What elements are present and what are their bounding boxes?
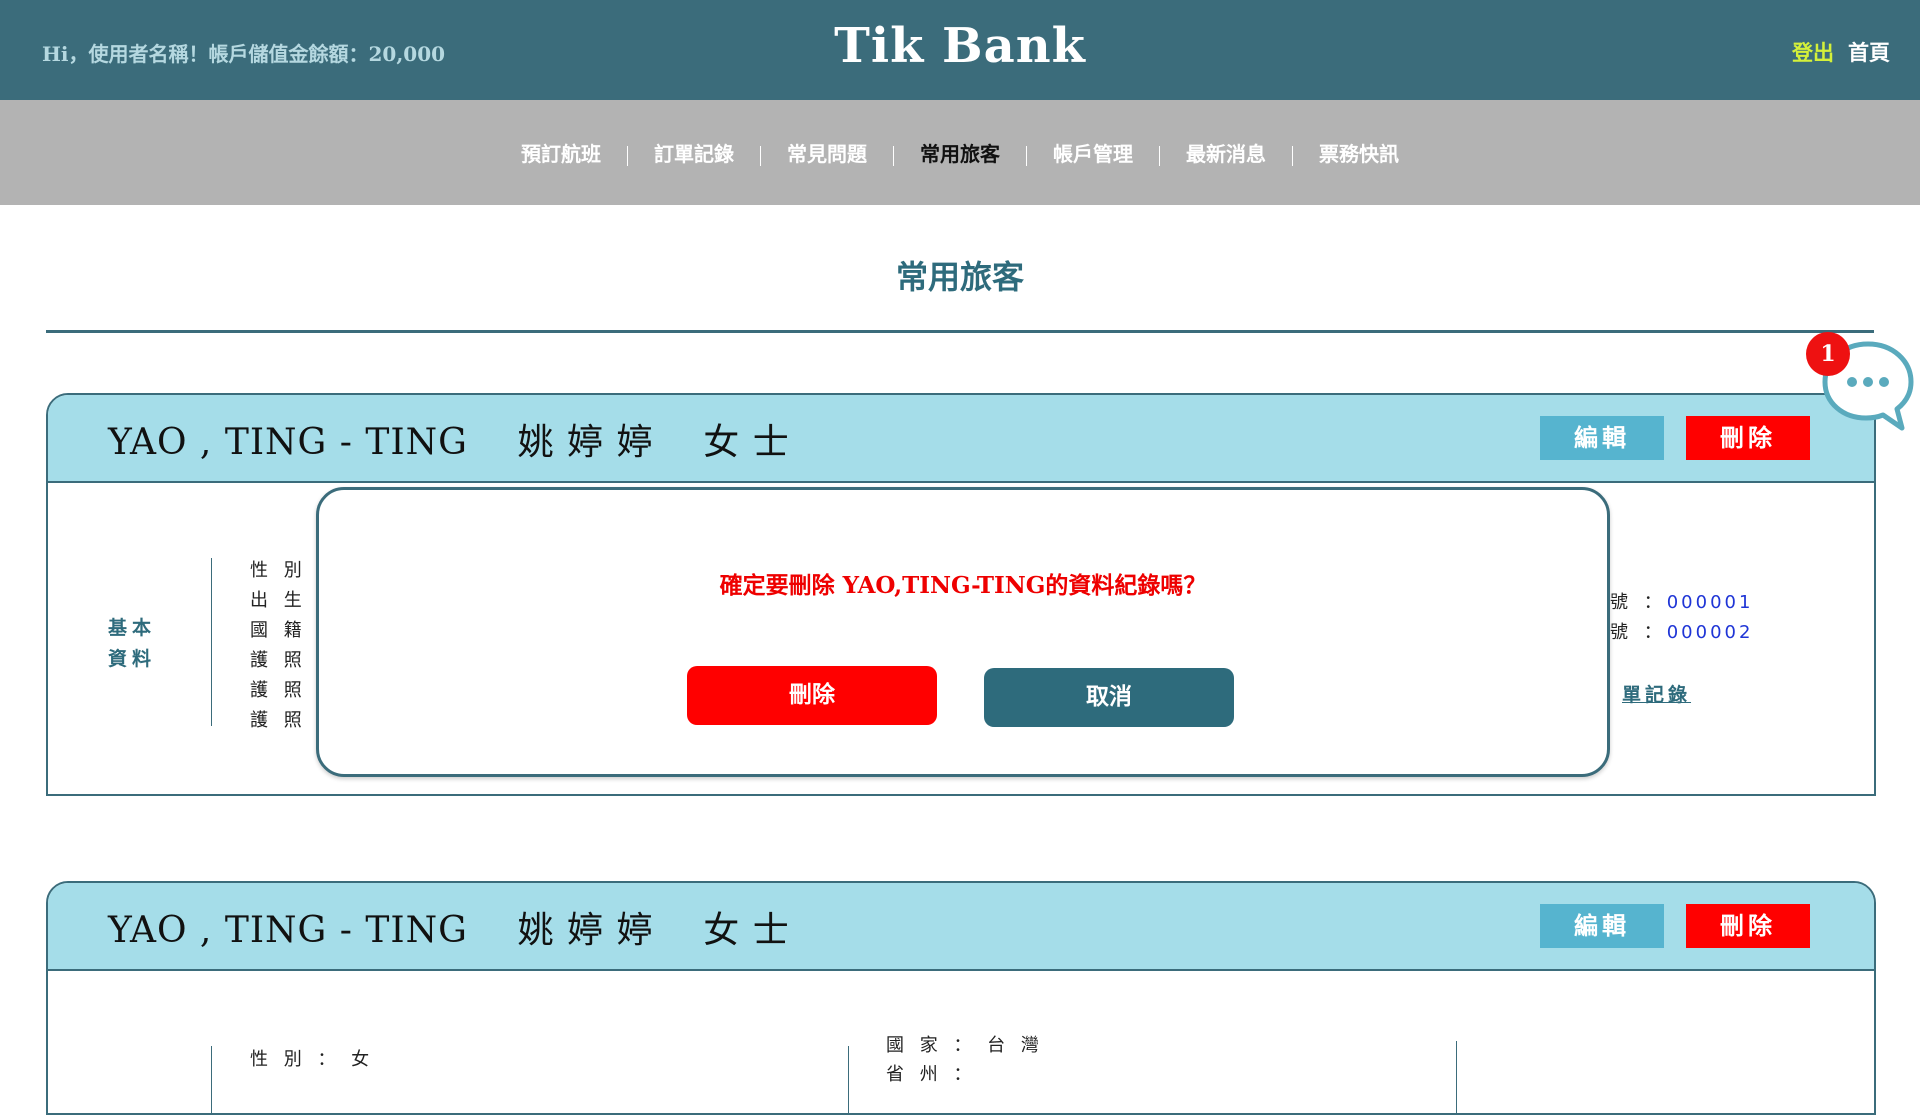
section-divider — [848, 1046, 849, 1113]
logout-link[interactable]: 登出 — [1792, 41, 1834, 65]
delete-button[interactable]: 刪除 — [1686, 416, 1810, 460]
traveler-card: YAO , TING - TING 姚 婷 婷 女 士 編輯 刪除 性 別 ： … — [46, 881, 1876, 1115]
home-link[interactable]: 首頁 — [1848, 41, 1890, 65]
field-gender: 性 別 ： 女 — [250, 1049, 375, 1070]
section-label-line2: 資料 — [108, 648, 157, 670]
section-label-basic: 基本 資料 — [108, 613, 156, 675]
traveler-card-header: YAO , TING - TING 姚 婷 婷 女 士 編輯 刪除 — [48, 883, 1874, 971]
brand-logo[interactable]: Tik Bank — [0, 18, 1920, 74]
notification-badge: 1 — [1806, 332, 1850, 376]
title-divider — [46, 330, 1874, 333]
field-state: 省 州 ： — [886, 1064, 977, 1085]
nav-item-news[interactable]: 最新消息 — [1160, 138, 1292, 167]
nav-items: 預訂航班 訂單記錄 常見問題 常用旅客 帳戶管理 最新消息 票務快訊 — [0, 138, 1920, 167]
field-member-value-2: 000002 — [1666, 622, 1754, 643]
delete-button[interactable]: 刪除 — [1686, 904, 1810, 948]
top-header: Hi，使用者名稱！帳戶儲值金餘額：20,000 Tik Bank 登出 首頁 — [0, 0, 1920, 100]
section-divider — [1456, 1041, 1457, 1113]
traveler-card-header: YAO , TING - TING 姚 婷 婷 女 士 編輯 刪除 — [48, 395, 1874, 483]
nav-item-ticket-alerts[interactable]: 票務快訊 — [1293, 138, 1425, 167]
section-divider — [211, 558, 212, 726]
nav-item-account[interactable]: 帳戶管理 — [1027, 138, 1159, 167]
order-records-link[interactable]: 單記錄 — [1622, 680, 1691, 707]
traveler-name: YAO , TING - TING 姚 婷 婷 女 士 — [108, 422, 790, 463]
delete-confirm-dialog: 確定要刪除 YAO,TING-TING的資料紀錄嗎？ 刪除 取消 — [316, 487, 1610, 777]
field-country: 國 家 ： 台 灣 — [886, 1035, 1044, 1056]
section-label-line1: 基本 — [108, 617, 157, 639]
main-nav: 預訂航班 訂單記錄 常見問題 常用旅客 帳戶管理 最新消息 票務快訊 — [0, 100, 1920, 205]
field-member-label-1: 號 ： — [1610, 592, 1667, 613]
field-member-value-1: 000001 — [1666, 592, 1754, 613]
cancel-button[interactable]: 取消 — [984, 668, 1234, 727]
top-links: 登出 首頁 — [1778, 37, 1890, 67]
edit-button[interactable]: 編輯 — [1540, 416, 1664, 460]
nav-item-order-records[interactable]: 訂單記錄 — [628, 138, 760, 167]
nav-item-faq[interactable]: 常見問題 — [761, 138, 893, 167]
field-member-number-1: 號 ：000001 — [1610, 588, 1753, 614]
section-divider — [211, 1046, 212, 1113]
nav-item-frequent-travelers[interactable]: 常用旅客 — [894, 138, 1026, 167]
edit-button[interactable]: 編輯 — [1540, 904, 1664, 948]
field-member-number-2: 號 ：000002 — [1610, 618, 1753, 644]
brand-text[interactable]: Tik Bank — [834, 18, 1086, 74]
nav-item-book-flight[interactable]: 預訂航班 — [495, 138, 627, 167]
dialog-message: 確定要刪除 YAO,TING-TING的資料紀錄嗎？ — [719, 572, 1207, 599]
field-member-label-2: 號 ： — [1610, 622, 1667, 643]
traveler-name: YAO , TING - TING 姚 婷 婷 女 士 — [108, 910, 790, 951]
page-title: 常用旅客 — [895, 258, 1024, 296]
confirm-delete-button[interactable]: 刪除 — [687, 666, 937, 725]
